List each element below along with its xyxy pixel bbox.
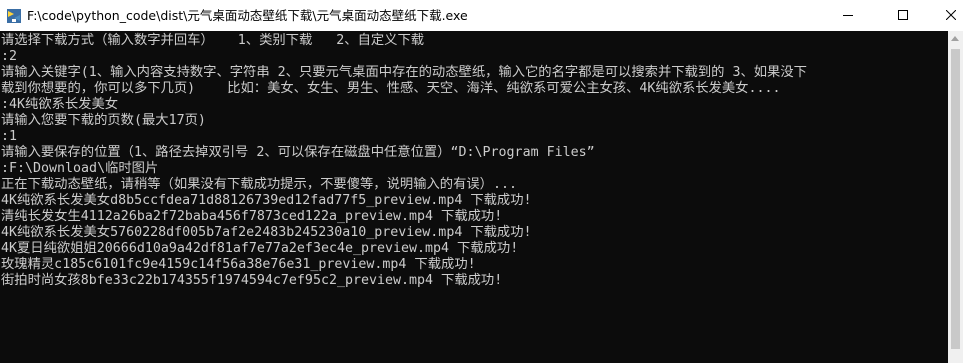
console-line: 4K纯欲系长发美女d8b5ccfdea71d88126739ed12fad77f… <box>1 193 532 208</box>
console-line: 清纯长发女生4112a26ba2f72baba456f7873ced122a_p… <box>1 209 503 224</box>
console-window: F:\code\python_code\dist\元气桌面动态壁纸下载\元气桌面… <box>0 0 963 363</box>
scrollbar-thumb[interactable] <box>951 49 960 349</box>
console-line: 4K夏日纯欲姐姐20666d10a9a42df81af7e77a2ef3ec4e… <box>1 241 519 256</box>
maximize-icon <box>898 10 908 20</box>
console-line: 请选择下载方式（输入数字并回车） 1、类别下载 2、自定义下载 <box>1 33 425 48</box>
console-line: 载到你想要的，你可以多下几页) 比如：美女、女生、男生、性感、天空、海洋、纯欲系… <box>1 81 781 96</box>
vertical-scrollbar[interactable] <box>948 31 963 363</box>
maximize-button[interactable] <box>880 0 926 31</box>
window-title: F:\code\python_code\dist\元气桌面动态壁纸下载\元气桌面… <box>27 8 468 23</box>
title-bar[interactable]: F:\code\python_code\dist\元气桌面动态壁纸下载\元气桌面… <box>0 0 963 31</box>
console-output[interactable]: 请选择下载方式（输入数字并回车） 1、类别下载 2、自定义下载 :2 请输入关键… <box>0 31 948 363</box>
minimize-icon <box>843 15 853 16</box>
minimize-button[interactable] <box>825 0 871 31</box>
console-app-icon <box>6 8 22 24</box>
console-line: :F:\Download\临时图片 <box>1 161 159 176</box>
console-line: 请输入关键字(1、输入内容支持数字、字符串 2、只要元气桌面中存在的动态壁纸，输… <box>1 65 807 80</box>
console-line: 正在下载动态壁纸，请稍等（如果没有下载成功提示，不要傻等，说明输入的有误）... <box>1 177 517 192</box>
close-button[interactable] <box>928 0 963 31</box>
console-line: 请输入您要下载的页数(最大17页) <box>1 113 206 128</box>
close-icon <box>946 10 956 20</box>
console-line: :2 <box>1 49 18 64</box>
console-line: :4K纯欲系长发美女 <box>1 97 119 112</box>
console-line: 4K纯欲系长发美女5760228df005b7af2e2483b245230a1… <box>1 225 532 240</box>
console-line: :1 <box>1 129 18 144</box>
scroll-up-arrow-icon[interactable] <box>951 36 959 41</box>
console-line: 街拍时尚女孩8bfe33c22b174355f1974594c7ef95c2_p… <box>1 273 503 288</box>
console-line: 请输入要保存的位置（1、路径去掉双引号 2、可以保存在磁盘中任意位置）“D:\P… <box>1 145 595 160</box>
console-line: 玫瑰精灵c185c6101fc9e4159c14f56a38e76e31_pre… <box>1 257 476 272</box>
